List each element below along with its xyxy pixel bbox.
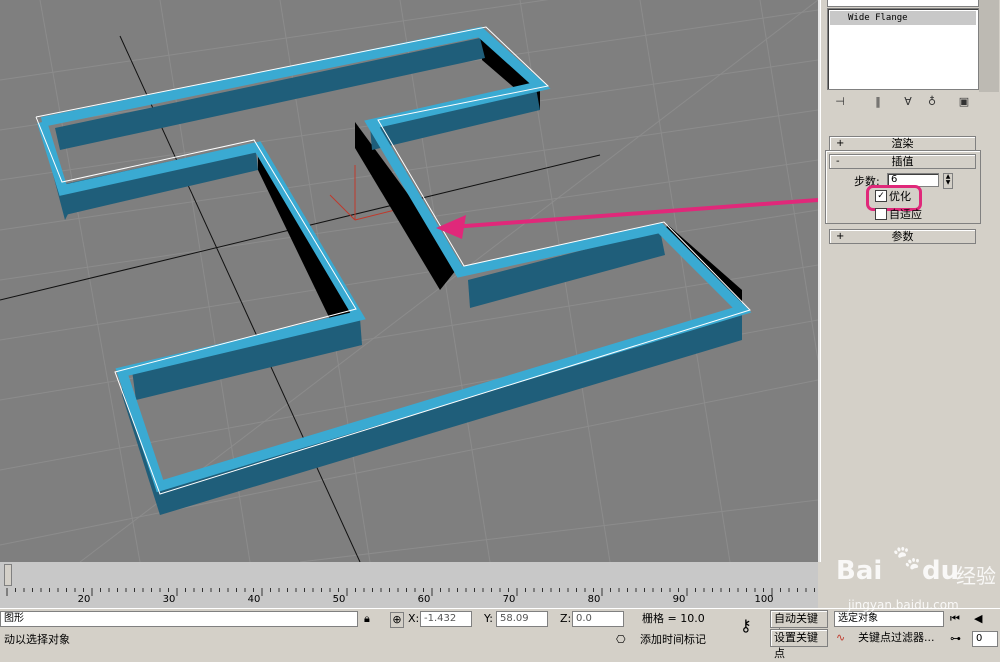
command-panel: Wide Flange ⊣ ‖ ∀ ♁ ▣ + 渲染 - 插值 步数: 6 ▲ ▼… (820, 0, 1000, 562)
timeline-ruler[interactable]: 20 30 40 50 60 70 80 90 100 (0, 588, 818, 608)
rollout-render[interactable]: + 渲染 (829, 136, 976, 151)
absolute-mode-icon[interactable]: ⊕ (390, 612, 404, 628)
y-coordinate-field[interactable]: 58.09 (496, 611, 548, 627)
current-frame-field[interactable]: 0 (972, 631, 998, 647)
make-unique-icon[interactable]: ∀ (899, 94, 917, 110)
modifier-dropdown[interactable] (827, 0, 979, 7)
pin-icon[interactable]: ⊣ (831, 94, 849, 110)
z-coordinate-field[interactable]: 0.0 (572, 611, 624, 627)
prompt-line: 动以选择对象 (4, 633, 70, 646)
key-mode-icon[interactable]: ⊶ (950, 632, 961, 646)
rollout-parameters[interactable]: + 参数 (829, 229, 976, 244)
key-filter-icon[interactable]: ∿ (836, 631, 845, 645)
ruler-tick-label: 80 (588, 594, 601, 605)
modifier-stack-item[interactable]: Wide Flange (830, 11, 976, 25)
watermark-url: jingyan.baidu.com (848, 598, 959, 612)
x-label: X: (408, 612, 420, 625)
configure-sets-icon[interactable]: ▣ (955, 94, 973, 110)
ruler-tick-label: 20 (78, 594, 91, 605)
x-coordinate-field[interactable]: -1.432 (420, 611, 472, 627)
ruler-tick-label: 40 (248, 594, 261, 605)
steps-spinner[interactable]: ▲ ▼ (943, 173, 953, 189)
show-end-result-icon[interactable]: ‖ (869, 94, 887, 110)
optimize-checkbox[interactable]: ✓ (875, 190, 887, 202)
viewport-grid (0, 0, 818, 562)
watermark-brand: Bai (836, 556, 883, 586)
time-slider-handle[interactable] (4, 564, 12, 586)
time-tag-icon[interactable]: ⎔ (616, 633, 626, 647)
modifier-stack-toolbar: ⊣ ‖ ∀ ♁ ▣ (827, 94, 997, 112)
ruler-tick-label: 70 (503, 594, 516, 605)
paw-logo-icon: 🐾︎ (890, 544, 924, 574)
baidu-jingyan-watermark: Bai 🐾︎ du 经验 jingyan.baidu.com (836, 540, 996, 630)
wide-flange-shape[interactable] (35, 26, 752, 515)
lock-selection-icon[interactable]: 🔒︎ (364, 612, 370, 626)
rollout-interpolation[interactable]: - 插值 (829, 154, 976, 169)
key-filters-button[interactable]: 关键点过滤器... (858, 631, 935, 645)
add-time-tag-label[interactable]: 添加时间标记 (640, 633, 706, 647)
set-key-button[interactable]: 设置关键点 (770, 629, 828, 660)
viewport-canvas (0, 0, 818, 562)
adaptive-label: 自适应 (889, 208, 922, 221)
remove-modifier-icon[interactable]: ♁ (923, 94, 941, 110)
panel-scrollbar[interactable] (979, 0, 999, 92)
auto-key-button[interactable]: 自动关键点 (770, 610, 828, 641)
grid-size-readout: 栅格 = 10.0 (642, 612, 705, 625)
ruler-tick-label: 50 (333, 594, 346, 605)
watermark-brand-suffix: du (922, 556, 960, 586)
modifier-stack-list[interactable]: Wide Flange (827, 8, 979, 90)
ruler-tick-label: 60 (418, 594, 431, 605)
z-label: Z: (560, 612, 572, 625)
selection-count-field: 图形 (0, 611, 358, 627)
adaptive-checkbox[interactable] (875, 208, 887, 220)
watermark-cn: 经验 (956, 564, 996, 588)
key-icon[interactable]: ⚷ (740, 618, 752, 634)
perspective-viewport[interactable] (0, 0, 820, 562)
optimize-label: 优化 (889, 190, 911, 203)
ruler-tick-label: 30 (163, 594, 176, 605)
ruler-tick-label: 90 (673, 594, 686, 605)
y-label: Y: (484, 612, 493, 625)
ruler-tick-label: 100 (754, 594, 773, 605)
